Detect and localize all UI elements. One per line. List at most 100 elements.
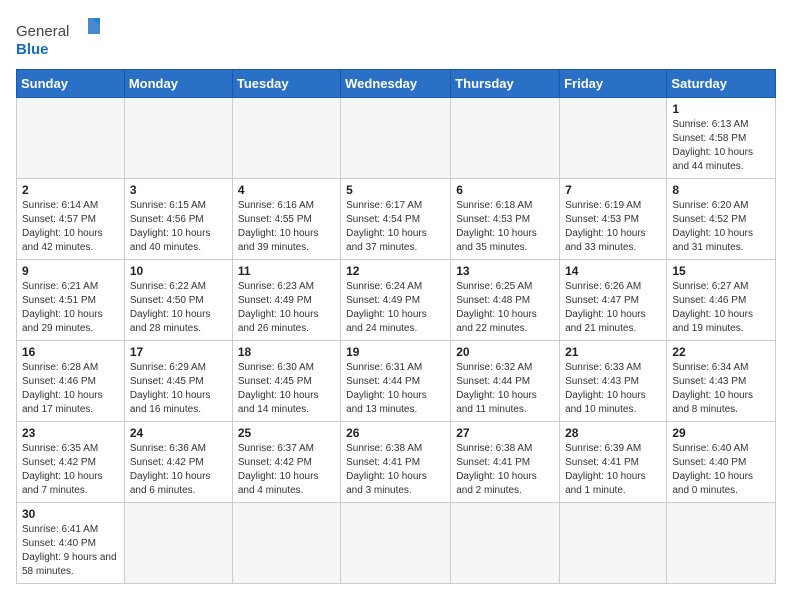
- day-header-sunday: Sunday: [17, 70, 125, 98]
- day-number: 29: [672, 426, 770, 440]
- day-info: Sunrise: 6:18 AM Sunset: 4:53 PM Dayligh…: [456, 199, 554, 255]
- day-info: Sunrise: 6:25 AM Sunset: 4:48 PM Dayligh…: [456, 280, 554, 336]
- calendar-cell: 29 Sunrise: 6:40 AM Sunset: 4:40 PM Dayli…: [667, 422, 776, 503]
- svg-text:General: General: [16, 23, 69, 40]
- day-info: Sunrise: 6:38 AM Sunset: 4:41 PM Dayligh…: [346, 442, 445, 498]
- day-number: 9: [22, 264, 119, 278]
- day-number: 1: [672, 102, 770, 116]
- calendar-cell: 22 Sunrise: 6:34 AM Sunset: 4:43 PM Dayli…: [667, 341, 776, 422]
- day-number: 10: [130, 264, 227, 278]
- calendar-header-row: SundayMondayTuesdayWednesdayThursdayFrid…: [17, 70, 776, 98]
- calendar-cell: 3Sunrise: 6:15 AM Sunset: 4:56 PM Daylig…: [124, 179, 232, 260]
- day-info: Sunrise: 6:30 AM Sunset: 4:45 PM Dayligh…: [238, 361, 335, 417]
- day-number: 18: [238, 345, 335, 359]
- calendar-cell: [451, 98, 560, 179]
- calendar-cell: [341, 503, 451, 584]
- day-number: 5: [346, 183, 445, 197]
- day-number: 19: [346, 345, 445, 359]
- day-number: 27: [456, 426, 554, 440]
- calendar-body: 1Sunrise: 6:13 AM Sunset: 4:58 PM Daylig…: [17, 98, 776, 584]
- calendar-cell: 10Sunrise: 6:22 AM Sunset: 4:50 PM Dayli…: [124, 260, 232, 341]
- day-number: 3: [130, 183, 227, 197]
- calendar-cell: 27 Sunrise: 6:38 AM Sunset: 4:41 PM Dayli…: [451, 422, 560, 503]
- day-info: Sunrise: 6:26 AM Sunset: 4:47 PM Dayligh…: [565, 280, 661, 336]
- day-header-saturday: Saturday: [667, 70, 776, 98]
- day-number: 8: [672, 183, 770, 197]
- day-number: 26: [346, 426, 445, 440]
- day-number: 23: [22, 426, 119, 440]
- day-info: Sunrise: 6:19 AM Sunset: 4:53 PM Dayligh…: [565, 199, 661, 255]
- day-number: 4: [238, 183, 335, 197]
- day-info: Sunrise: 6:14 AM Sunset: 4:57 PM Dayligh…: [22, 199, 119, 255]
- calendar-cell: [232, 98, 340, 179]
- day-number: 20: [456, 345, 554, 359]
- day-info: Sunrise: 6:20 AM Sunset: 4:52 PM Dayligh…: [672, 199, 770, 255]
- day-info: Sunrise: 6:36 AM Sunset: 4:42 PM Dayligh…: [130, 442, 227, 498]
- day-number: 12: [346, 264, 445, 278]
- calendar-cell: [124, 98, 232, 179]
- calendar-cell: 14Sunrise: 6:26 AM Sunset: 4:47 PM Dayli…: [560, 260, 667, 341]
- day-number: 13: [456, 264, 554, 278]
- calendar-cell: [451, 503, 560, 584]
- day-number: 22: [672, 345, 770, 359]
- calendar-cell: 15Sunrise: 6:27 AM Sunset: 4:46 PM Dayli…: [667, 260, 776, 341]
- calendar-cell: 19Sunrise: 6:31 AM Sunset: 4:44 PM Dayli…: [341, 341, 451, 422]
- calendar-cell: 11 Sunrise: 6:23 AM Sunset: 4:49 PM Dayli…: [232, 260, 340, 341]
- calendar-cell: [667, 503, 776, 584]
- calendar-cell: [560, 503, 667, 584]
- day-info: Sunrise: 6:21 AM Sunset: 4:51 PM Dayligh…: [22, 280, 119, 336]
- day-header-wednesday: Wednesday: [341, 70, 451, 98]
- calendar-cell: 21 Sunrise: 6:33 AM Sunset: 4:43 PM Dayli…: [560, 341, 667, 422]
- calendar-cell: 18 Sunrise: 6:30 AM Sunset: 4:45 PM Dayli…: [232, 341, 340, 422]
- calendar-cell: 6 Sunrise: 6:18 AM Sunset: 4:53 PM Daylig…: [451, 179, 560, 260]
- day-info: Sunrise: 6:16 AM Sunset: 4:55 PM Dayligh…: [238, 199, 335, 255]
- calendar-cell: 5Sunrise: 6:17 AM Sunset: 4:54 PM Daylig…: [341, 179, 451, 260]
- day-info: Sunrise: 6:23 AM Sunset: 4:49 PM Dayligh…: [238, 280, 335, 336]
- svg-text:Blue: Blue: [16, 41, 49, 58]
- calendar-cell: 12Sunrise: 6:24 AM Sunset: 4:49 PM Dayli…: [341, 260, 451, 341]
- day-info: Sunrise: 6:29 AM Sunset: 4:45 PM Dayligh…: [130, 361, 227, 417]
- calendar-cell: 2 Sunrise: 6:14 AM Sunset: 4:57 PM Daylig…: [17, 179, 125, 260]
- calendar-cell: 23 Sunrise: 6:35 AM Sunset: 4:42 PM Dayli…: [17, 422, 125, 503]
- day-info: Sunrise: 6:39 AM Sunset: 4:41 PM Dayligh…: [565, 442, 661, 498]
- day-info: Sunrise: 6:33 AM Sunset: 4:43 PM Dayligh…: [565, 361, 661, 417]
- logo: General Blue: [16, 16, 106, 61]
- calendar-cell: 16Sunrise: 6:28 AM Sunset: 4:46 PM Dayli…: [17, 341, 125, 422]
- day-number: 24: [130, 426, 227, 440]
- calendar-table: SundayMondayTuesdayWednesdayThursdayFrid…: [16, 69, 776, 584]
- day-info: Sunrise: 6:35 AM Sunset: 4:42 PM Dayligh…: [22, 442, 119, 498]
- day-number: 16: [22, 345, 119, 359]
- calendar-cell: 13 Sunrise: 6:25 AM Sunset: 4:48 PM Dayli…: [451, 260, 560, 341]
- day-number: 7: [565, 183, 661, 197]
- calendar-cell: [560, 98, 667, 179]
- day-header-thursday: Thursday: [451, 70, 560, 98]
- calendar-cell: 1Sunrise: 6:13 AM Sunset: 4:58 PM Daylig…: [667, 98, 776, 179]
- day-info: Sunrise: 6:37 AM Sunset: 4:42 PM Dayligh…: [238, 442, 335, 498]
- calendar-cell: [17, 98, 125, 179]
- calendar-cell: 26 Sunrise: 6:38 AM Sunset: 4:41 PM Dayli…: [341, 422, 451, 503]
- day-number: 15: [672, 264, 770, 278]
- calendar-cell: [232, 503, 340, 584]
- day-number: 11: [238, 264, 335, 278]
- calendar-cell: 25Sunrise: 6:37 AM Sunset: 4:42 PM Dayli…: [232, 422, 340, 503]
- day-header-friday: Friday: [560, 70, 667, 98]
- calendar-week-5: 23 Sunrise: 6:35 AM Sunset: 4:42 PM Dayli…: [17, 422, 776, 503]
- calendar-cell: 30 Sunrise: 6:41 AM Sunset: 4:40 PM Dayli…: [17, 503, 125, 584]
- calendar-week-2: 2 Sunrise: 6:14 AM Sunset: 4:57 PM Daylig…: [17, 179, 776, 260]
- day-number: 28: [565, 426, 661, 440]
- day-number: 6: [456, 183, 554, 197]
- day-number: 30: [22, 507, 119, 521]
- day-info: Sunrise: 6:32 AM Sunset: 4:44 PM Dayligh…: [456, 361, 554, 417]
- day-header-monday: Monday: [124, 70, 232, 98]
- day-number: 2: [22, 183, 119, 197]
- day-info: Sunrise: 6:41 AM Sunset: 4:40 PM Dayligh…: [22, 523, 119, 579]
- day-info: Sunrise: 6:40 AM Sunset: 4:40 PM Dayligh…: [672, 442, 770, 498]
- calendar-cell: [341, 98, 451, 179]
- day-info: Sunrise: 6:38 AM Sunset: 4:41 PM Dayligh…: [456, 442, 554, 498]
- calendar-week-6: 30 Sunrise: 6:41 AM Sunset: 4:40 PM Dayli…: [17, 503, 776, 584]
- calendar-cell: 20 Sunrise: 6:32 AM Sunset: 4:44 PM Dayli…: [451, 341, 560, 422]
- day-info: Sunrise: 6:34 AM Sunset: 4:43 PM Dayligh…: [672, 361, 770, 417]
- page-header: General Blue: [16, 16, 776, 61]
- day-number: 21: [565, 345, 661, 359]
- calendar-cell: 8 Sunrise: 6:20 AM Sunset: 4:52 PM Daylig…: [667, 179, 776, 260]
